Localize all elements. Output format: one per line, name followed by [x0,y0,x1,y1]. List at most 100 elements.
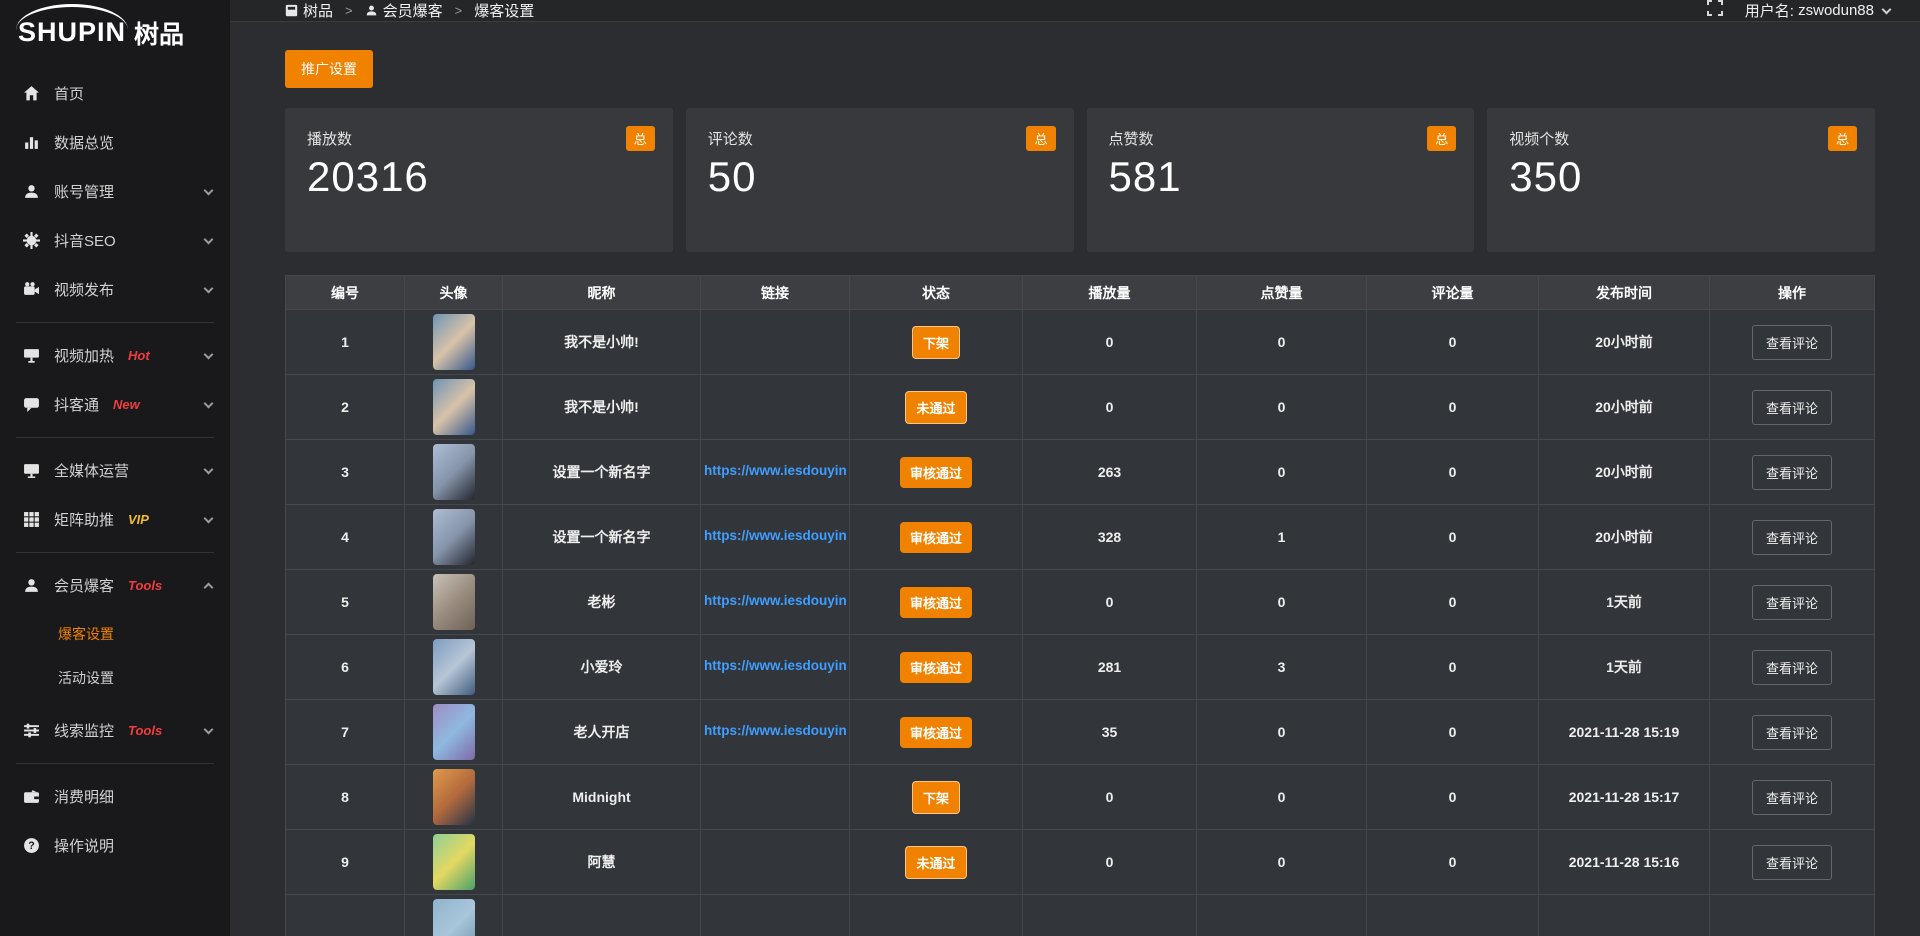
status-cell: 审核通过 [850,635,1023,700]
chevron-down-icon [204,234,214,244]
view-comments-button[interactable]: 查看评论 [1752,455,1832,490]
comments-cell: 0 [1367,505,1539,570]
sidebar-item-label: 线索监控 [54,720,114,741]
avatar-cell [405,700,503,765]
svg-text:?: ? [28,840,34,852]
likes-cell: 0 [1197,830,1367,895]
status-badge[interactable]: 审核通过 [900,457,972,488]
avatar-cell [405,765,503,830]
nickname-cell: 阿慧 [503,830,701,895]
sidebar-divider [16,322,214,323]
avatar-cell [405,375,503,440]
username-label: 用户名: [1745,0,1794,21]
status-badge[interactable]: 未通过 [905,391,966,424]
table-row: 1我不是小帅!下架00020小时前查看评论 [286,310,1875,375]
video-link[interactable]: https://www.iesdouyin.c [704,658,846,673]
view-comments-button[interactable]: 查看评论 [1752,390,1832,425]
view-comments-button[interactable]: 查看评论 [1752,715,1832,750]
comments-cell [1367,895,1539,936]
sidebar-item-5[interactable]: 视频加热Hot [0,331,230,380]
action-cell: 查看评论 [1710,635,1875,700]
sidebar-item-11[interactable]: 消费明细 [0,772,230,821]
status-badge[interactable]: 审核通过 [900,652,972,683]
breadcrumb-item[interactable]: 会员爆客 [365,0,443,21]
avatar [433,444,475,500]
status-cell: 审核通过 [850,440,1023,505]
app-window: SHUPIN 树品 首页数据总览账号管理抖音SEO 视频发布视频加热Hot抖客通N… [0,0,1920,936]
column-header: 评论量 [1367,276,1539,310]
status-badge[interactable]: 未通过 [905,846,966,879]
sidebar-item-label: 首页 [54,83,84,104]
view-comments-button[interactable]: 查看评论 [1752,325,1832,360]
link-cell [701,375,850,440]
view-comments-button[interactable]: 查看评论 [1752,650,1832,685]
stat-card-comments: 评论数 50 总 [686,108,1074,252]
nickname-cell: 设置一个新名字 [503,505,701,570]
publish-time-cell: 1天前 [1539,570,1710,635]
status-badge[interactable]: 下架 [912,781,960,814]
action-cell: 查看评论 [1710,375,1875,440]
comments-cell: 0 [1367,570,1539,635]
sidebar-item-badge: Hot [128,348,150,363]
sidebar-item-2[interactable]: 账号管理 [0,167,230,216]
status-badge[interactable]: 审核通过 [900,587,972,618]
publish-time-cell: 2021-11-28 15:16 [1539,830,1710,895]
row-number-cell: 3 [286,440,405,505]
sidebar-item-7[interactable]: 全媒体运营 [0,446,230,495]
likes-cell: 0 [1197,440,1367,505]
table-row: 9阿慧未通过0002021-11-28 15:16查看评论 [286,830,1875,895]
dashboard-icon [285,4,298,17]
status-badge[interactable]: 审核通过 [900,522,972,553]
sidebar-item-6[interactable]: 抖客通New [0,380,230,429]
video-link[interactable]: https://www.iesdouyin.c [704,528,846,543]
publish-time-cell: 20小时前 [1539,505,1710,570]
chevron-down-icon [204,349,214,359]
sidebar-item-0[interactable]: 首页 [0,69,230,118]
avatar-cell [405,895,503,936]
promotion-settings-button[interactable]: 推广设置 [285,50,373,88]
total-badge: 总 [1026,126,1055,151]
status-badge[interactable]: 下架 [912,326,960,359]
chevron-up-icon [204,583,214,593]
sidebar-item-9[interactable]: 会员爆客Tools [0,561,230,610]
avatar [433,314,475,370]
stat-value: 581 [1109,153,1453,201]
view-comments-button[interactable]: 查看评论 [1752,520,1832,555]
status-badge[interactable]: 审核通过 [900,717,972,748]
link-cell [701,830,850,895]
view-comments-button[interactable]: 查看评论 [1752,780,1832,815]
breadcrumb-label: 会员爆客 [383,0,443,21]
fullscreen-icon[interactable] [1707,0,1723,21]
link-cell: https://www.iesdouyin.c [701,570,850,635]
nickname-cell: Midnight [503,765,701,830]
sidebar-item-3[interactable]: 抖音SEO [0,216,230,265]
sidebar-item-12[interactable]: ?操作说明 [0,821,230,870]
nickname-cell: 我不是小帅! [503,310,701,375]
sidebar-item-label: 视频发布 [54,279,114,300]
app-logo[interactable]: SHUPIN 树品 [0,0,230,57]
sidebar-subitem-0[interactable]: 爆客设置 [0,612,230,656]
sidebar-item-4[interactable]: 视频发布 [0,265,230,314]
sidebar-item-8[interactable]: 矩阵助推VIP [0,495,230,544]
sidebar-item-1[interactable]: 数据总览 [0,118,230,167]
stat-value: 50 [708,153,1052,201]
sidebar-item-label: 抖客通 [54,394,99,415]
sidebar-item-10[interactable]: 线索监控Tools [0,706,230,755]
chevron-down-icon [204,513,214,523]
breadcrumb-item[interactable]: 爆客设置 [474,0,534,21]
view-comments-button[interactable]: 查看评论 [1752,585,1832,620]
video-link[interactable]: https://www.iesdouyin.c [704,723,846,738]
sidebar-subitem-1[interactable]: 活动设置 [0,656,230,700]
column-header: 播放量 [1023,276,1197,310]
video-link[interactable]: https://www.iesdouyin.c [704,463,846,478]
breadcrumb-item[interactable]: 树品 [285,0,333,21]
row-number-cell: 7 [286,700,405,765]
sidebar-item-label: 抖音SEO [54,230,116,251]
user-menu[interactable]: 用户名: zswodun88 [1745,0,1890,21]
avatar [433,899,475,936]
likes-cell: 0 [1197,375,1367,440]
publish-time-cell: 20小时前 [1539,310,1710,375]
video-link[interactable]: https://www.iesdouyin.c [704,593,846,608]
view-comments-button[interactable]: 查看评论 [1752,845,1832,880]
link-cell [701,895,850,936]
